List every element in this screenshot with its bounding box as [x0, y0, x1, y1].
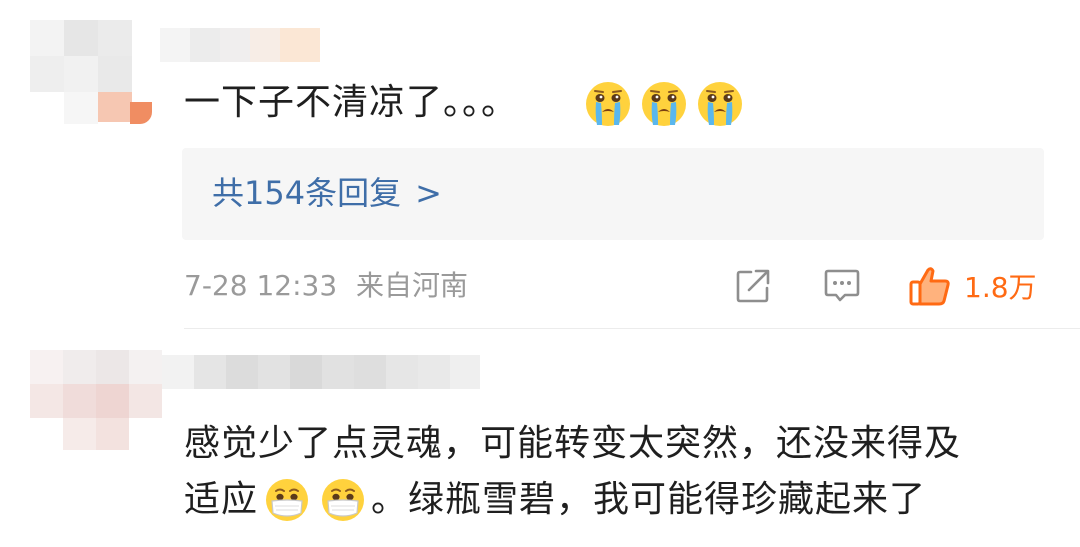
comment-location: 来自河南 — [356, 269, 469, 302]
replies-count-label: 共154条回复 — [212, 174, 402, 212]
thumbs-up-icon — [909, 267, 950, 306]
share-button[interactable] — [734, 264, 772, 308]
username[interactable] — [162, 355, 492, 397]
like-button[interactable]: 1.8万 — [908, 264, 1037, 308]
chevron-right-icon: > — [415, 174, 442, 212]
username[interactable] — [160, 28, 330, 68]
comment-timestamp: 7-28 12:33 — [184, 269, 338, 302]
comment-text-prefix: 适应 — [184, 479, 259, 520]
like-count: 1.8万 — [964, 271, 1037, 304]
comment-meta: 7-28 12:33 来自河南 — [184, 264, 468, 308]
comment-text-suffix: 。绿瓶雪碧，我可能得珍藏起来了 — [371, 479, 927, 520]
emoji-group — [583, 79, 745, 129]
avatar[interactable] — [30, 20, 160, 132]
comment-text-line-2: 适应 。绿瓶雪碧，我可能得珍藏起来了 — [184, 474, 926, 526]
crying-face-emoji — [698, 82, 742, 126]
replies-panel[interactable]: 共154条回复 > — [182, 148, 1044, 240]
mask-face-emoji — [266, 479, 309, 521]
share-icon — [736, 269, 770, 303]
comment-button[interactable] — [822, 264, 862, 308]
view-replies-link[interactable]: 共154条回复 > — [212, 170, 442, 216]
divider — [184, 328, 1080, 329]
comment-icon — [824, 269, 860, 302]
crying-face-emoji — [586, 82, 630, 126]
comment-text-line-1: 感觉少了点灵魂，可能转变太突然，还没来得及 — [184, 423, 962, 464]
avatar[interactable] — [30, 350, 162, 450]
crying-face-emoji — [642, 82, 686, 126]
mask-face-emoji — [322, 479, 365, 521]
comment-text: 一下子不清凉了。。。 — [184, 82, 519, 123]
comment-thread: 一下子不清凉了。。。 共154条回复 > 7-28 12:33 来自河南 1.8… — [0, 0, 1080, 547]
